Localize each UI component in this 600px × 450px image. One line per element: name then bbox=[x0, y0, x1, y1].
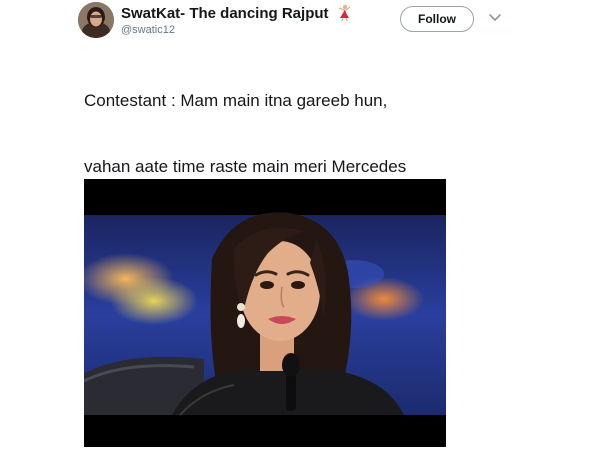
tweet-author: SwatKat- The dancing Rajput @swatic12 bbox=[121, 4, 352, 36]
tweet-text-line: Contestant : Mam main itna gareeb hun, bbox=[84, 91, 388, 110]
chevron-down-icon[interactable] bbox=[486, 8, 504, 26]
photo-of-crying-woman bbox=[84, 179, 446, 447]
tweet-text-line: vahan aate time raste main meri Mercedes bbox=[84, 157, 407, 176]
tweet-card: SwatKat- The dancing Rajput @swatic12 Fo… bbox=[0, 0, 600, 450]
follow-button[interactable]: Follow bbox=[400, 6, 474, 32]
avatar[interactable] bbox=[78, 2, 114, 38]
dancer-icon bbox=[338, 4, 351, 22]
tweet-media[interactable] bbox=[84, 179, 446, 447]
display-name[interactable]: SwatKat- The dancing Rajput bbox=[121, 6, 329, 21]
user-handle[interactable]: @swatic12 bbox=[121, 25, 352, 36]
